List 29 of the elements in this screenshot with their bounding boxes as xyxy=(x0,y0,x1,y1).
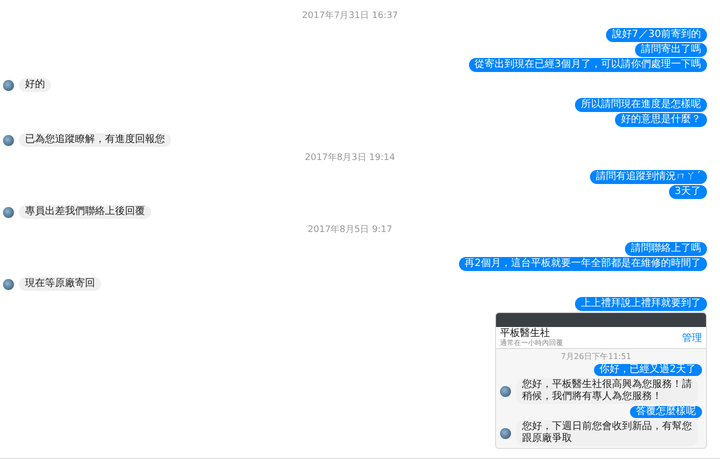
received-message: 您好，平板醫生社很高興為您服務！請稍候，我們將有專人為您服務！ xyxy=(516,378,698,404)
received-message: 您好，下週日前您會收到新品，有幫您跟原廠爭取 xyxy=(516,420,698,446)
received-message: 好的 xyxy=(19,78,51,92)
avatar-icon xyxy=(3,80,14,90)
sent-message: 從寄出到現在已經3個月了，可以請你們處理一下嗎 xyxy=(468,58,707,72)
sent-message: 你好，已經又過2天了 xyxy=(594,364,702,376)
sent-message: 3天了 xyxy=(668,185,707,199)
sent-message: 請問有追蹤到情況ㄇㄚˊ xyxy=(590,170,707,184)
avatar-icon xyxy=(3,278,14,290)
avatar-icon xyxy=(500,386,511,396)
sent-message: 好的意思是什麼？ xyxy=(615,113,707,127)
sent-message: 請問寄出了嗎 xyxy=(635,43,707,57)
sent-message: 所以請問現在進度是怎樣呢 xyxy=(575,98,707,112)
avatar-icon xyxy=(500,428,511,438)
sent-message: 再2個月，這台平板就要一年全部都是在維修的時間了 xyxy=(458,257,707,271)
sent-message: 答覆怎麼樣呢 xyxy=(630,406,702,418)
received-message: 已為您追蹤瞭解，有進度回報您 xyxy=(19,133,171,147)
timestamp: 2017年8月5日 9:17 xyxy=(308,225,392,236)
sent-message: 說好7／30前寄到的 xyxy=(606,28,707,42)
received-message: 現在等原廠寄回 xyxy=(19,277,101,291)
sent-message: 上上禮拜說上禮拜就要到了 xyxy=(575,297,707,311)
timestamp: 7月26日下午11:51 xyxy=(560,351,632,362)
avatar-icon xyxy=(3,206,14,218)
avatar-icon xyxy=(3,134,14,146)
received-message: 專員出差我們聯絡上後回覆 xyxy=(19,205,151,219)
page-name: 平板醫生社 xyxy=(500,328,551,339)
timestamp: 2017年8月3日 19:14 xyxy=(304,153,396,164)
timestamp: 2017年7月31日 16:37 xyxy=(302,11,398,22)
sent-message: 請問聯絡上了嗎 xyxy=(625,242,707,256)
